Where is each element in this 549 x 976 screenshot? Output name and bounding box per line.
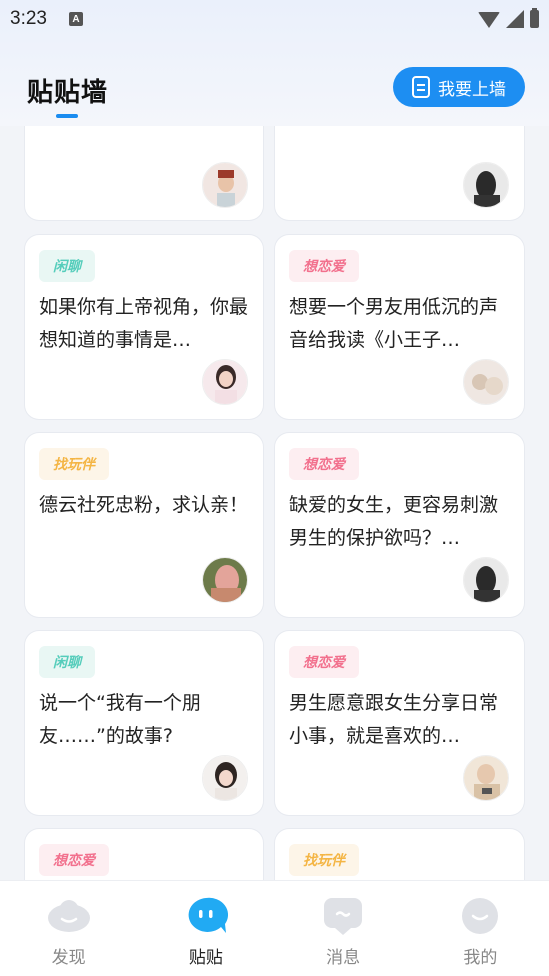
avatar[interactable] — [202, 359, 248, 405]
post-card[interactable]: 找玩伴 德云社死忠粉，求认亲！ — [25, 433, 263, 617]
tag-badge: 想恋爱 — [289, 448, 359, 480]
tag-badge: 想恋爱 — [39, 844, 109, 876]
post-text: 缺爱的女生，更容易刺激男生的保护欲吗？… — [289, 494, 499, 549]
avatar[interactable] — [202, 162, 248, 208]
avatar[interactable] — [463, 755, 509, 801]
nav-label: 消息 — [326, 948, 361, 968]
nav-label: 发现 — [51, 948, 86, 968]
discover-icon — [47, 900, 90, 932]
post-to-wall-button[interactable]: 我要上墙 — [393, 67, 525, 107]
post-card[interactable]: 想恋爱 想要一个男友用低沉的声音给我读《小王子… — [275, 235, 524, 419]
post-card[interactable]: 闲聊 如果你有上帝视角，你最想知道的事情是… — [25, 235, 263, 419]
profile-icon — [462, 898, 499, 934]
avatar[interactable] — [202, 557, 248, 603]
tag-badge: 想恋爱 — [289, 250, 359, 282]
avatar[interactable] — [463, 557, 509, 603]
post-text: 德云社死忠粉，求认亲！ — [39, 494, 249, 516]
post-card[interactable]: 想恋爱 缺爱的女生，更容易刺激男生的保护欲吗？… — [275, 433, 524, 617]
avatar[interactable] — [463, 359, 509, 405]
tietie-icon — [188, 897, 228, 933]
avatar[interactable] — [202, 755, 248, 801]
post-card[interactable]: 想恋爱 — [25, 829, 263, 880]
notification-icon: A — [68, 12, 83, 26]
post-to-wall-label: 我要上墙 — [438, 79, 506, 100]
tag-badge: 闲聊 — [39, 646, 95, 678]
bottom-nav: 发现 贴贴 消息 我的 — [0, 880, 549, 976]
header-area: 3:23 A 贴贴墙 我要上墙 — [0, 0, 549, 126]
tag-badge: 找玩伴 — [39, 448, 109, 480]
post-card[interactable]: 找玩伴 — [275, 829, 524, 880]
nav-messages[interactable]: 消息 — [275, 881, 412, 976]
tag-badge: 想恋爱 — [289, 646, 359, 678]
wall-feed[interactable]: 闲聊 如果你有上帝视角，你最想知道的事情是… 想恋爱 想要一个男友用低沉的声音给… — [0, 126, 549, 880]
battery-icon — [530, 8, 539, 28]
wifi-icon — [478, 12, 500, 28]
status-bar: 3:23 A — [0, 0, 549, 38]
tag-badge: 闲聊 — [39, 250, 95, 282]
post-card[interactable] — [275, 126, 524, 220]
status-time: 3:23 — [10, 8, 47, 29]
title-indicator — [56, 114, 78, 118]
nav-tietie[interactable]: 贴贴 — [137, 881, 274, 976]
nav-label: 我的 — [463, 948, 498, 968]
post-text: 说一个“我有一个朋友……”的故事? — [39, 692, 201, 747]
avatar[interactable] — [463, 162, 509, 208]
message-icon — [324, 898, 363, 935]
document-icon — [412, 76, 430, 98]
nav-discover[interactable]: 发现 — [0, 881, 137, 976]
page-title: 贴贴墙 — [27, 78, 109, 108]
signal-icon — [506, 10, 524, 28]
nav-label: 贴贴 — [188, 948, 223, 968]
post-card[interactable]: 闲聊 说一个“我有一个朋友……”的故事? — [25, 631, 263, 815]
post-text: 男生愿意跟女生分享日常小事，就是喜欢的… — [289, 692, 499, 747]
post-text: 想要一个男友用低沉的声音给我读《小王子… — [289, 296, 499, 351]
nav-profile[interactable]: 我的 — [412, 881, 549, 976]
tag-badge: 找玩伴 — [289, 844, 359, 876]
post-card[interactable]: 想恋爱 男生愿意跟女生分享日常小事，就是喜欢的… — [275, 631, 524, 815]
post-text: 如果你有上帝视角，你最想知道的事情是… — [39, 296, 249, 351]
post-card[interactable] — [25, 126, 263, 220]
